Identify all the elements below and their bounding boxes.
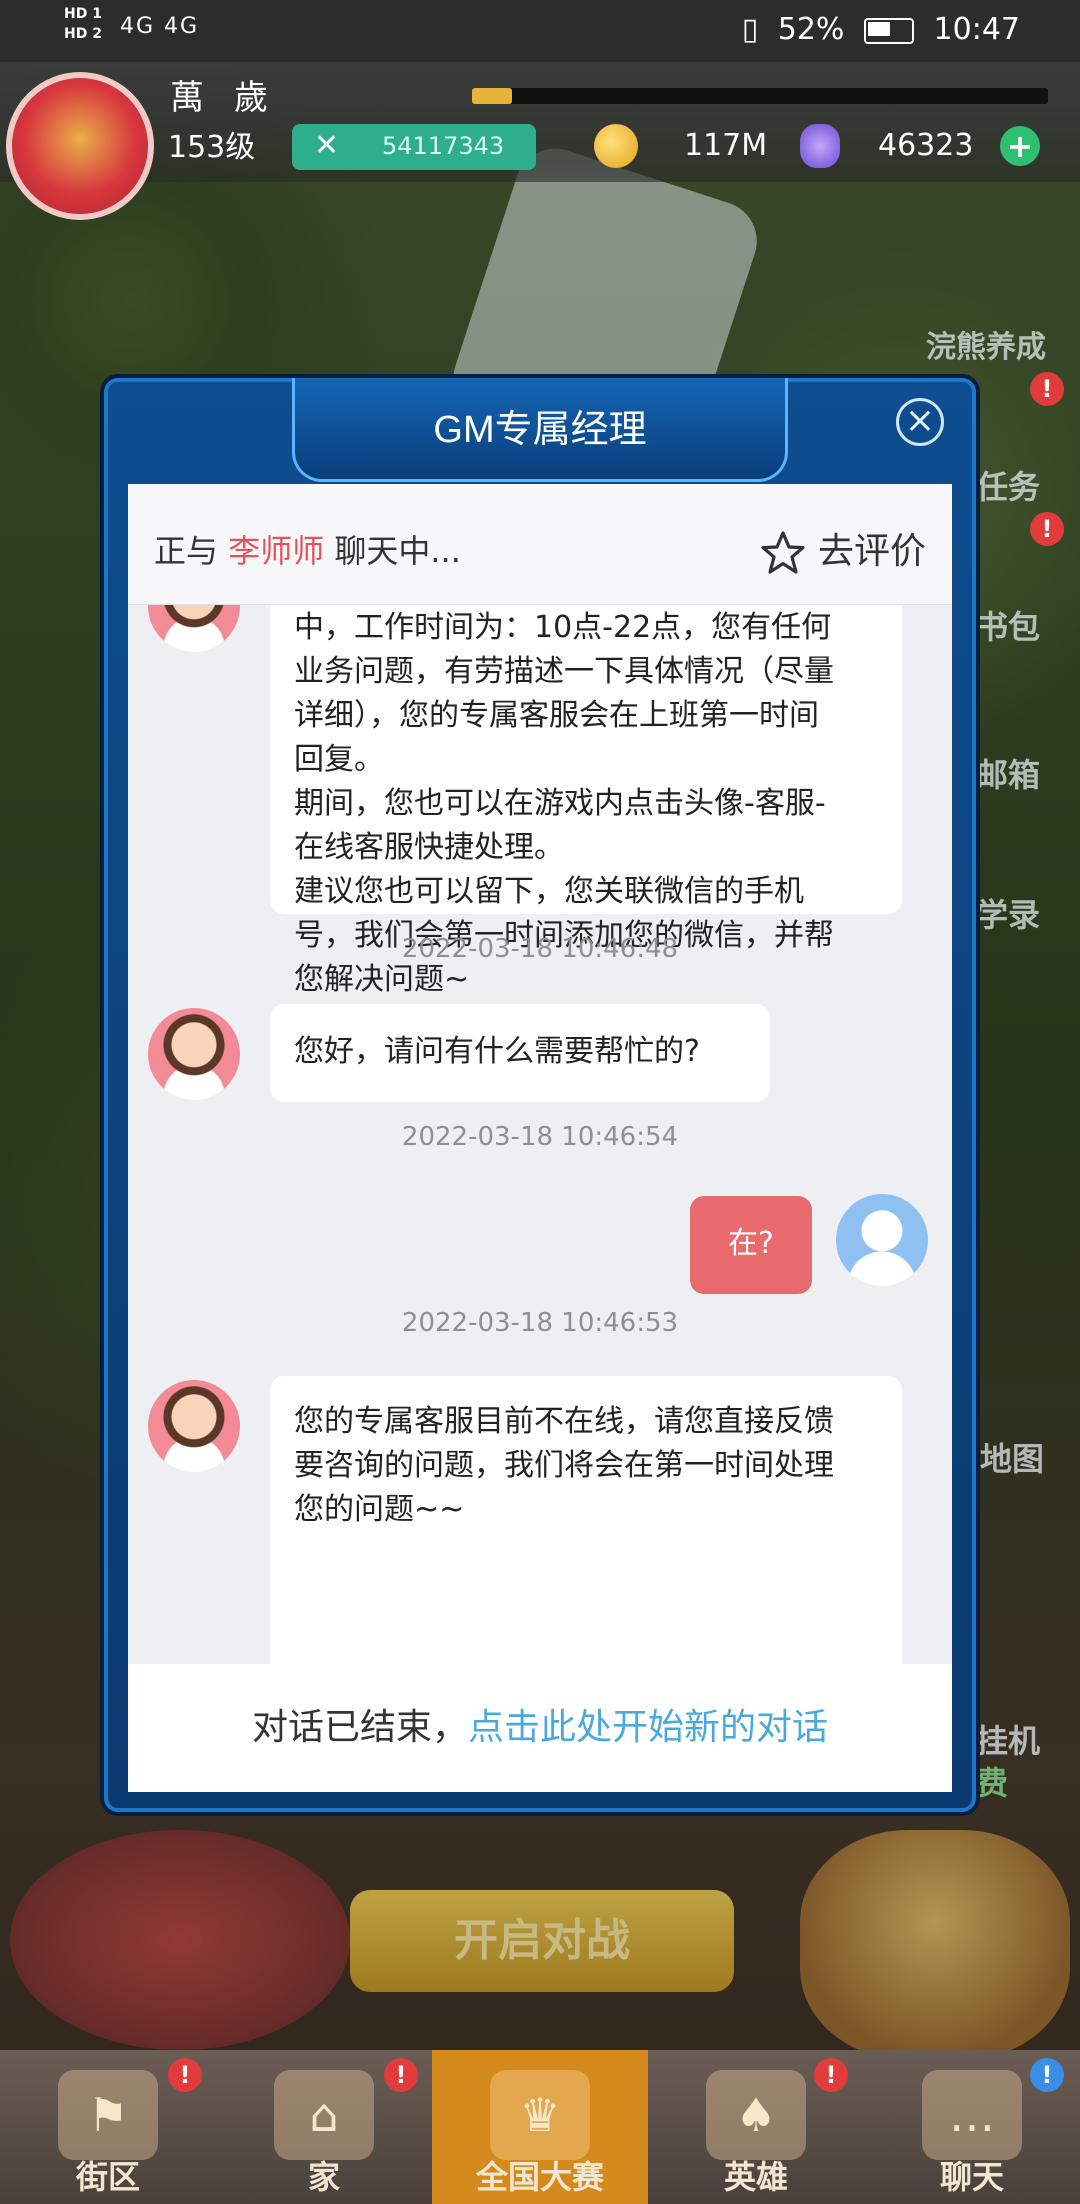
user-avatar [836,1194,928,1286]
tab-street-label: 街区 [75,2158,140,2196]
chat-ended-footer: 对话已结束，点击此处开始新的对话 [128,1664,952,1792]
sim-2-label: HD 2 [64,26,102,42]
treasure-chest[interactable] [800,1830,1070,2060]
tab-heroes-label: 英雄 [723,2158,788,2196]
task-menu[interactable]: 任务 [976,462,1040,508]
map-menu[interactable]: 地图 [980,1434,1044,1480]
timestamp: 2022-03-18 10:46:54 [401,1122,679,1152]
message-line: 业务问题，有劳描述一下具体情况（尽量 [294,654,834,689]
status-bar: HD 1 HD 2 4G 4G ▯ 52% 10:47 [0,0,1080,62]
message-line: 您的问题~~ [294,1492,465,1527]
raccoon-menu[interactable]: 浣熊养成 [926,322,1046,366]
chat-header: 正与 李师师 聊天中... 去评价 [128,484,952,605]
message-line: 中，工作时间为：10点-22点，您有任何 [294,610,832,645]
chat-status: 正与 李师师 聊天中... [154,526,461,572]
mail-menu[interactable]: 邮箱 [976,750,1040,796]
close-icon: × [904,400,936,441]
message-line: 您解决问题~ [294,962,470,997]
timestamp: 2022-03-18 10:46:53 [401,1308,679,1338]
player-avatar[interactable] [6,72,154,220]
battery-icon [863,17,914,44]
player-level: 153级 [168,130,256,165]
chat-badge: ! [1030,2058,1064,2092]
message-bubble-user: 在? [690,1196,812,1294]
idle-menu[interactable]: 挂机 [976,1716,1040,1762]
joystick[interactable] [10,1830,350,2050]
task-badge: ! [1030,372,1064,406]
bag-menu[interactable]: 书包 [976,602,1040,648]
dialog-title: GM专属经理 [433,409,647,451]
xp-bar [472,88,1048,104]
bottom-nav: ⚑ 街区 ⌂ 家 ♛ 全国大赛 ♠ 英雄 … 聊天 [0,2050,1080,2204]
home-badge: ! [384,2058,418,2092]
heroes-badge: ! [814,2058,848,2092]
start-new-chat-link[interactable]: 点击此处开始新的对话 [468,1707,828,1748]
trophy-icon: ♛ [490,2070,590,2160]
cs-avatar [148,1008,240,1100]
message-line: 建议您也可以留下，您关联微信的手机 [294,874,804,909]
tab-national-contest-label: 全国大赛 [475,2158,604,2196]
tab-chat-label: 聊天 [939,2158,1004,2196]
coin-icon [594,124,638,168]
house-icon: ⌂ [274,2070,374,2160]
study-menu[interactable]: 学录 [976,890,1040,936]
cards-icon: ♠ [706,2070,806,2160]
vibrate-icon: ▯ [741,12,759,47]
bag-badge: ! [1030,512,1064,546]
cs-avatar [148,604,240,652]
star-icon [761,531,805,574]
message-line: 期间，您也可以在游戏内点击头像-客服- [294,786,826,821]
add-currency-button[interactable]: + [1000,126,1040,166]
message-line: 您的专属客服目前不在线，请您直接反馈 [294,1404,834,1439]
street-badge: ! [168,2058,202,2092]
gem-icon [800,124,840,168]
tab-home-label: 家 [307,2158,340,2196]
signal-icons: 4G 4G [120,14,200,39]
timestamp: 2022-03-18 10:46:48 [401,934,679,964]
game-hud [0,62,1080,182]
battery-percent: 52% [777,12,845,47]
crossed-swords-icon: ✕ [314,128,340,163]
agent-name: 李师师 [228,532,325,570]
cs-avatar [148,1380,240,1472]
message-bubble-cs: 中，工作时间为：10点-22点，您有任何 业务问题，有劳描述一下具体情况（尽量 … [270,604,902,997]
message-list[interactable]: 中，工作时间为：10点-22点，您有任何 业务问题，有劳描述一下具体情况（尽量 … [128,604,952,1664]
power-value: 54117343 [382,132,505,160]
gem-value: 46323 [878,128,974,163]
close-button[interactable]: × [896,398,944,446]
signpost-icon: ⚑ [58,2070,158,2160]
chat-with-prefix: 正与 [154,532,219,570]
message-line: 详细），您的专属客服会在上班第一时间 [294,698,819,733]
message-line: 要咨询的问题，我们将会在第一时间处理 [294,1448,834,1483]
coin-value: 117M [684,128,768,163]
chat-ended-text: 对话已结束， [251,1707,468,1748]
tab-national-contest[interactable]: ♛ 全国大赛 [432,2050,648,2204]
rate-button[interactable]: 去评价 [758,522,926,577]
sim-1-label: HD 1 [64,6,102,22]
chat-bubbles-icon: … [922,2070,1022,2160]
message-line: 在线客服快捷处理。 [294,830,564,865]
start-battle-button[interactable]: 开启对战 [350,1890,734,1992]
player-title: 萬歲 [170,78,298,118]
power-badge: ✕ 54117343 [292,124,536,170]
gm-manager-dialog: GM专属经理 × 正与 李师师 聊天中... 去评价 中，工作时间为：10点-2… [104,378,976,1812]
chat-panel: 正与 李师师 聊天中... 去评价 中，工作时间为：10点-22点，您有任何 业… [128,484,952,1792]
message-line: 回复。 [294,742,384,777]
rate-label: 去评价 [817,531,926,572]
clock: 10:47 [933,12,1020,47]
message-bubble-cs: 您的专属客服目前不在线，请您直接反馈 要咨询的问题，我们将会在第一时间处理 您的… [270,1376,902,1664]
idle-free-label: 费 [976,1764,1009,1802]
chat-with-suffix: 聊天中... [334,532,461,570]
message-bubble-cs: 您好，请问有什么需要帮忙的? [270,1004,770,1102]
